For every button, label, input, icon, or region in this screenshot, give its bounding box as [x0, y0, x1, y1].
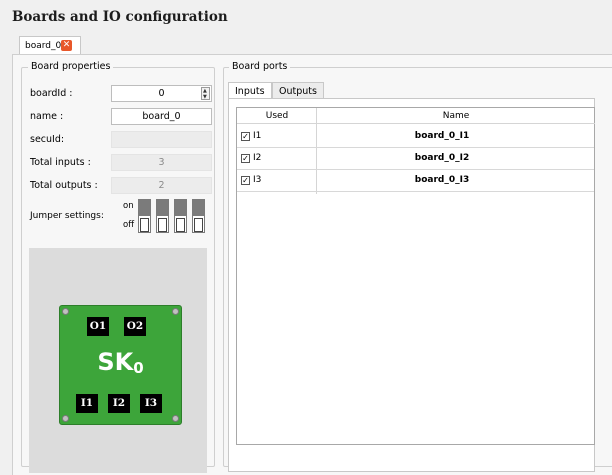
total-outputs-field: 2 [111, 177, 212, 194]
total-outputs-value: 2 [158, 180, 165, 191]
board-name-graphic: SK0 [60, 348, 181, 377]
board-properties-group: Board properties boardId : 0 ▲ ▼ name : … [21, 61, 215, 473]
input-pin-i3: I3 [140, 394, 162, 413]
board-graphic-area: O1 O2 SK0 I1 I2 I3 [29, 248, 207, 473]
used-cell[interactable]: ✓ I3 [241, 175, 261, 185]
secu-id-field [111, 131, 212, 148]
checkbox-checked-icon[interactable]: ✓ [241, 154, 250, 163]
jumper-on-label: on [123, 201, 134, 211]
port-name: board_0_I3 [414, 175, 470, 185]
table-row[interactable]: ✓ I2 board_0_I2 [237, 148, 594, 170]
board-id-label: boardId : [30, 88, 73, 99]
port-name: board_0_I2 [414, 153, 470, 163]
board-ports-group: Board ports Inputs Outputs Used Name ✓ I1… [223, 61, 612, 472]
mount-hole-icon [172, 415, 179, 422]
total-inputs-field: 3 [111, 154, 212, 171]
checkbox-checked-icon[interactable]: ✓ [241, 132, 250, 141]
total-outputs-label: Total outputs : [30, 180, 98, 191]
jumper-3[interactable] [174, 199, 187, 233]
total-inputs-value: 3 [158, 157, 165, 168]
column-header-used[interactable]: Used [237, 108, 317, 124]
board-id-value: 0 [158, 88, 165, 99]
port-name: board_0_I1 [414, 131, 470, 141]
column-header-name[interactable]: Name [317, 108, 595, 124]
tab-content: Board properties boardId : 0 ▲ ▼ name : … [12, 54, 612, 475]
ports-panel: Used Name ✓ I1 board_0_I1 ✓ I2 board_0_I2 … [228, 98, 595, 472]
name-label: name : [30, 111, 64, 122]
board-graphic: O1 O2 SK0 I1 I2 I3 [59, 305, 182, 425]
board-id-spinbox[interactable]: 0 ▲ ▼ [111, 85, 212, 102]
input-pin-i2: I2 [108, 394, 130, 413]
jumper-off-label: off [123, 220, 135, 230]
table-row[interactable]: ✓ I1 board_0_I1 [237, 126, 594, 148]
tab-label: board_0 [25, 41, 62, 51]
total-inputs-label: Total inputs : [30, 157, 91, 168]
mount-hole-icon [62, 415, 69, 422]
ports-table: Used Name ✓ I1 board_0_I1 ✓ I2 board_0_I2 … [236, 107, 595, 445]
port-id: I3 [253, 175, 262, 185]
board-properties-title: Board properties [28, 61, 114, 72]
secu-id-label: secuId: [30, 134, 65, 145]
port-id: I2 [253, 153, 262, 163]
spin-buttons[interactable]: ▲ ▼ [201, 87, 210, 100]
used-cell[interactable]: ✓ I1 [241, 131, 261, 141]
input-pin-i1: I1 [76, 394, 98, 413]
jumper-2[interactable] [156, 199, 169, 233]
board-name-text: SK [97, 348, 134, 376]
checkbox-checked-icon[interactable]: ✓ [241, 176, 250, 185]
table-row[interactable]: ✓ I3 board_0_I3 [237, 170, 594, 192]
name-field[interactable]: board_0 [111, 108, 212, 125]
used-cell[interactable]: ✓ I2 [241, 153, 261, 163]
mount-hole-icon [62, 308, 69, 315]
board-ports-title: Board ports [229, 61, 291, 72]
jumper-1[interactable] [138, 199, 151, 233]
tab-board[interactable]: board_0 ✕ [19, 36, 81, 55]
output-pin-o1: O1 [87, 317, 109, 336]
spin-down-icon[interactable]: ▼ [203, 95, 207, 100]
close-icon[interactable]: ✕ [61, 40, 72, 51]
port-id: I1 [253, 131, 262, 141]
board-name-subscript: 0 [133, 359, 144, 377]
mount-hole-icon [172, 308, 179, 315]
output-pin-o2: O2 [124, 317, 146, 336]
jumper-4[interactable] [192, 199, 205, 233]
jumper-settings-label: Jumper settings: [30, 211, 104, 221]
name-value: board_0 [142, 111, 181, 122]
page-title: Boards and IO configuration [12, 9, 228, 25]
